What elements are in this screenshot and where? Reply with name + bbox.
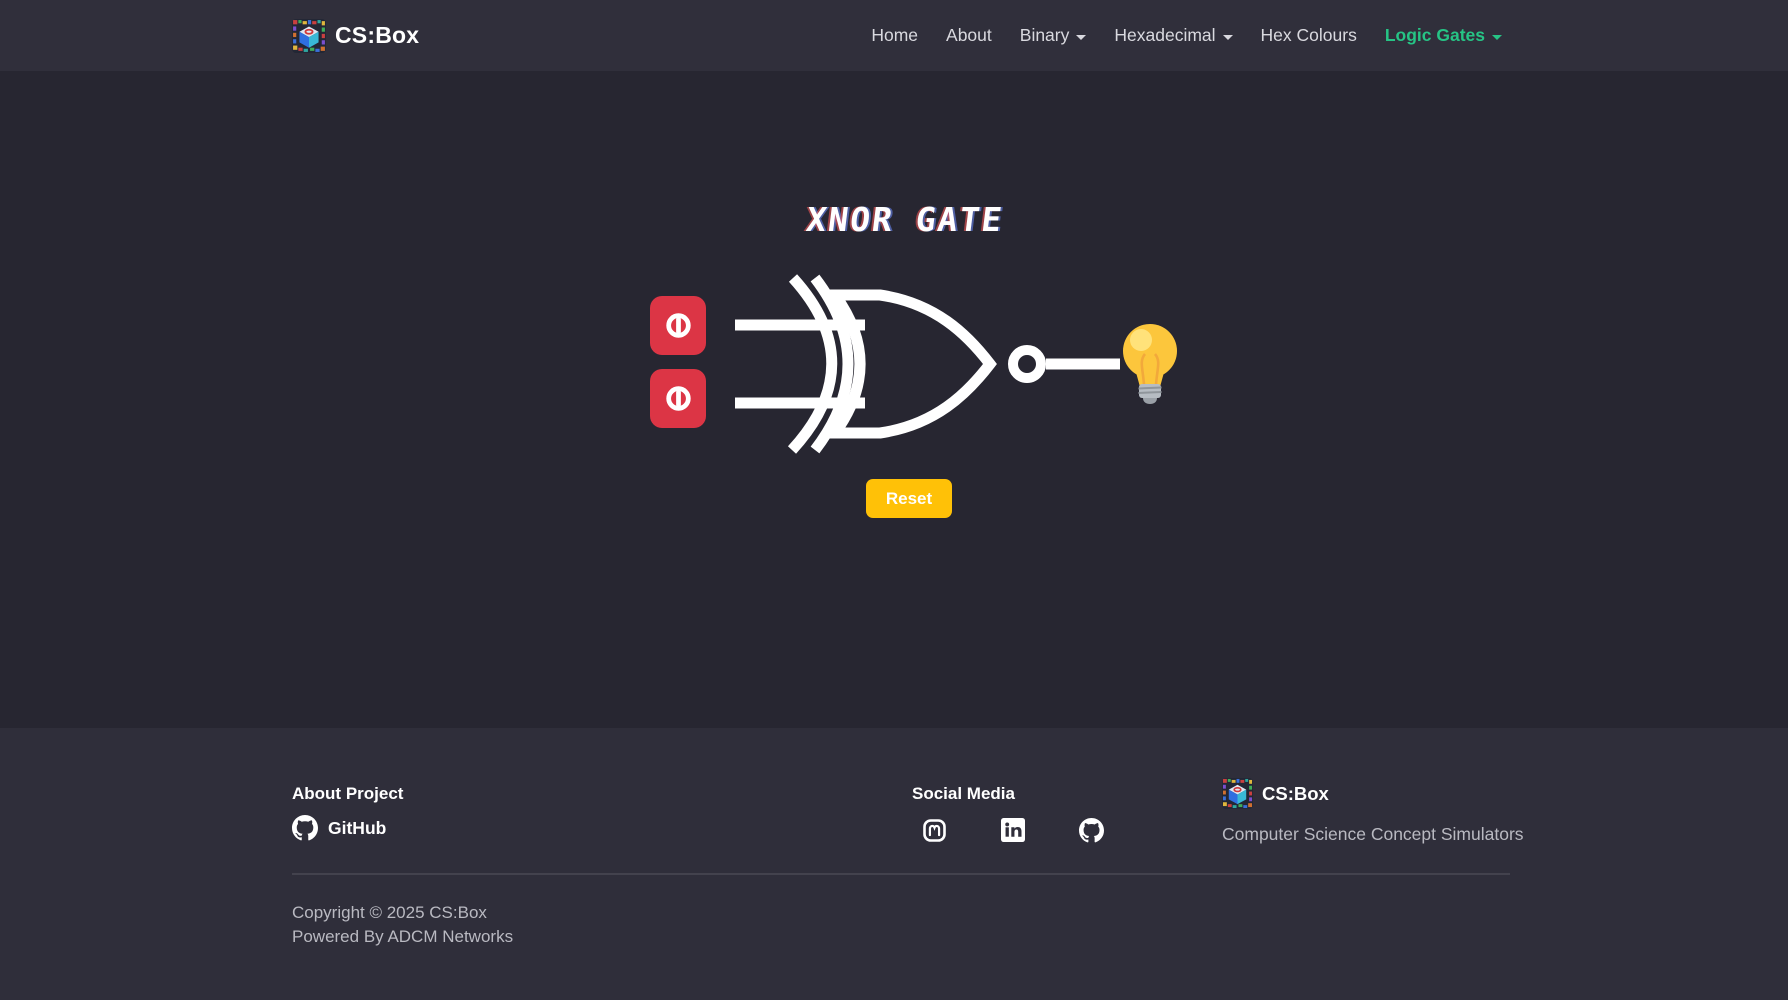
footer-divider [292, 873, 1510, 875]
footer-brand-row: CS:Box [1222, 778, 1524, 809]
linkedin-icon [1001, 818, 1025, 842]
gate-body [835, 295, 990, 433]
about-project-heading: About Project [292, 784, 403, 804]
nav-item-label: Hex Colours [1261, 25, 1357, 46]
inversion-bubble [1013, 350, 1041, 378]
linkedin-link[interactable] [1001, 818, 1025, 848]
navbar: CS:Box Home About Binary Hexadecimal Hex… [0, 0, 1788, 71]
brand-home-link[interactable]: CS:Box [292, 19, 419, 53]
input-b-toggle-button[interactable] [650, 369, 706, 428]
csbox-logic-gate-page: CS:Box Home About Binary Hexadecimal Hex… [0, 0, 1788, 1000]
powered-by-text: Powered By ADCM Networks [292, 925, 513, 949]
mastodon-link[interactable] [922, 818, 947, 848]
csbox-logo-icon [1222, 778, 1253, 809]
nav-item-label: Binary [1020, 25, 1070, 46]
lightbulb-on-icon [1120, 321, 1180, 405]
csbox-logo-icon [292, 19, 326, 53]
power-icon [663, 310, 694, 341]
footer-brand-column: CS:Box Computer Science Concept Simulato… [1222, 778, 1524, 845]
nav-item-label: Logic Gates [1385, 25, 1485, 46]
nav-item-logic-gates[interactable]: Logic Gates [1385, 25, 1502, 46]
chevron-down-icon [1223, 35, 1233, 40]
nav-item-home[interactable]: Home [871, 25, 918, 46]
footer-social-column: Social Media [912, 784, 1112, 848]
chevron-down-icon [1076, 35, 1086, 40]
nav-item-about[interactable]: About [946, 25, 992, 46]
main-nav: Home About Binary Hexadecimal Hex Colour… [871, 25, 1502, 46]
footer-copyright-block: Copyright © 2025 CS:Box Powered By ADCM … [292, 901, 513, 948]
social-media-heading: Social Media [912, 784, 1112, 804]
nav-item-hex-colours[interactable]: Hex Colours [1261, 25, 1357, 46]
input-a-toggle-button[interactable] [650, 296, 706, 355]
reset-button[interactable]: Reset [866, 479, 952, 518]
github-project-link[interactable]: GitHub [292, 815, 403, 841]
footer-tagline: Computer Science Concept Simulators [1222, 824, 1524, 845]
github-icon [1079, 818, 1104, 843]
footer: About Project GitHub Social Media CS:Box [0, 728, 1788, 1000]
power-icon [663, 383, 694, 414]
footer-about-column: About Project GitHub [292, 784, 403, 841]
social-icons-row [922, 818, 1112, 848]
github-social-link[interactable] [1079, 818, 1104, 848]
nav-item-hexadecimal[interactable]: Hexadecimal [1114, 25, 1232, 46]
nav-item-label: Hexadecimal [1114, 25, 1215, 46]
gate-title: XNOR GATE [618, 200, 1193, 239]
nav-item-binary[interactable]: Binary [1020, 25, 1087, 46]
github-icon [292, 815, 318, 841]
mastodon-icon [922, 818, 947, 843]
copyright-text: Copyright © 2025 CS:Box [292, 901, 513, 925]
chevron-down-icon [1492, 35, 1502, 40]
footer-brand-name: CS:Box [1262, 783, 1329, 805]
brand-name: CS:Box [335, 22, 419, 49]
nav-item-label: Home [871, 25, 918, 46]
nav-item-label: About [946, 25, 992, 46]
github-link-label: GitHub [328, 818, 386, 839]
